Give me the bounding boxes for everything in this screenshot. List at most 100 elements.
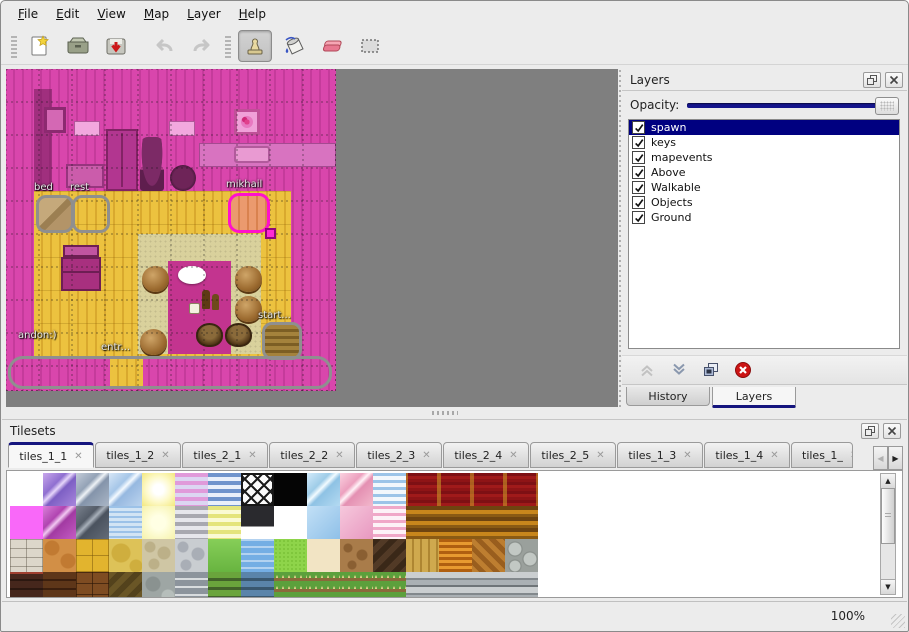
tile-shingle-dark[interactable] <box>373 539 406 572</box>
tile-stone-gray2[interactable] <box>142 572 175 598</box>
layer-row-mapevents[interactable]: mapevents <box>629 150 899 165</box>
tile-brick-rows[interactable] <box>472 572 505 598</box>
close-tab-icon[interactable]: ✕ <box>509 450 517 461</box>
tile-grass-flowers[interactable] <box>340 572 373 598</box>
layer-visibility-checkbox[interactable] <box>632 196 645 209</box>
tile-green-flat[interactable] <box>208 539 241 572</box>
layer-visibility-checkbox[interactable] <box>632 211 645 224</box>
tile-stone-blocks[interactable] <box>10 539 43 572</box>
layer-row-keys[interactable]: keys <box>629 135 899 150</box>
tab-history[interactable]: History <box>626 387 710 406</box>
close-tab-icon[interactable]: ✕ <box>248 450 256 461</box>
tab-layers[interactable]: Layers <box>712 387 796 408</box>
tile-black[interactable] <box>274 473 307 506</box>
tileset-view[interactable]: ▲ ▼ <box>6 470 903 598</box>
tile-stripe-blue2[interactable] <box>373 473 406 506</box>
tile-pebble-gray[interactable] <box>175 539 208 572</box>
tile-herringbone[interactable] <box>472 539 505 572</box>
layer-row-Walkable[interactable]: Walkable <box>629 180 899 195</box>
tile-brick-rows[interactable] <box>505 572 538 598</box>
tile-white[interactable] <box>10 473 43 506</box>
menu-layer[interactable]: Layer <box>178 4 229 24</box>
opacity-slider[interactable] <box>687 97 899 113</box>
tileset-tab-tiles_2_4[interactable]: tiles_2_4✕ <box>443 442 529 468</box>
tileset-tab-tiles_2_2[interactable]: tiles_2_2✕ <box>269 442 355 468</box>
close-tab-icon[interactable]: ✕ <box>596 450 604 461</box>
tile-wall-brown[interactable] <box>505 506 538 539</box>
tile-brick-dark[interactable] <box>10 572 43 598</box>
dock-splitter-horizontal[interactable] <box>2 407 907 419</box>
rect-select-button[interactable] <box>354 31 386 61</box>
close-panel-button[interactable] <box>883 423 901 439</box>
close-panel-button[interactable] <box>885 72 903 88</box>
tile-grass-flowers[interactable] <box>274 572 307 598</box>
map-object-entrance-bar[interactable] <box>8 356 332 389</box>
tile-brick-moss[interactable] <box>208 572 241 598</box>
tile-glow-yellow[interactable] <box>142 473 175 506</box>
delete-layer-button[interactable] <box>730 358 756 382</box>
close-tab-icon[interactable]: ✕ <box>770 450 778 461</box>
map[interactable]: bedrestmikhailstart...entr...andon:) <box>6 69 336 391</box>
close-tab-icon[interactable]: ✕ <box>850 450 853 461</box>
tile-wall-red[interactable] <box>505 473 538 506</box>
tile-plain-pink[interactable] <box>340 506 373 539</box>
tile-empty[interactable] <box>274 506 307 539</box>
menu-map[interactable]: Map <box>135 4 178 24</box>
close-tab-icon[interactable]: ✕ <box>683 450 691 461</box>
stamp-brush-button[interactable] <box>238 30 272 62</box>
tile-pale-yellow[interactable] <box>142 506 175 539</box>
layer-row-Above[interactable]: Above <box>629 165 899 180</box>
tile-glass-magenta[interactable] <box>43 506 76 539</box>
tile-stripe-pink[interactable] <box>175 473 208 506</box>
menu-edit[interactable]: Edit <box>47 4 88 24</box>
tile-tile-yellow[interactable] <box>76 539 109 572</box>
map-object-bed[interactable] <box>36 195 74 233</box>
menu-help[interactable]: Help <box>230 4 275 24</box>
map-object-rest[interactable] <box>72 195 110 233</box>
scroll-up-button[interactable]: ▲ <box>881 474 895 489</box>
layer-row-Ground[interactable]: Ground <box>629 210 899 225</box>
duplicate-layer-button[interactable] <box>698 358 724 382</box>
close-tab-icon[interactable]: ✕ <box>335 450 343 461</box>
layer-visibility-checkbox[interactable] <box>632 166 645 179</box>
tile-stripe-blue[interactable] <box>208 473 241 506</box>
tile-wall-brown[interactable] <box>406 506 439 539</box>
tile-glass-gray[interactable] <box>76 473 109 506</box>
tile-brick-gray[interactable] <box>175 572 208 598</box>
scroll-down-button[interactable]: ▼ <box>881 579 895 594</box>
toolbar-drag-handle[interactable] <box>11 34 17 58</box>
layer-visibility-checkbox[interactable] <box>632 136 645 149</box>
tile-glass-purple[interactable] <box>43 473 76 506</box>
tile-grass[interactable] <box>274 539 307 572</box>
map-object-mikhail[interactable] <box>228 193 270 233</box>
tileset-tab-tiles_1_2[interactable]: tiles_1_2✕ <box>95 442 181 468</box>
tile-stone-orange[interactable] <box>43 539 76 572</box>
tile-glass-dark[interactable] <box>76 506 109 539</box>
new-file-button[interactable] <box>24 31 56 61</box>
tile-stone-yellow[interactable] <box>109 539 142 572</box>
tile-wall-red[interactable] <box>472 473 505 506</box>
menu-file[interactable]: File <box>9 4 47 24</box>
tile-brick-rows[interactable] <box>439 572 472 598</box>
tile-stripe-gray[interactable] <box>175 506 208 539</box>
undo-button[interactable] <box>148 31 180 61</box>
layer-visibility-checkbox[interactable] <box>632 181 645 194</box>
tileset-scrollbar[interactable]: ▲ ▼ <box>880 473 896 595</box>
tile-glass-pink[interactable] <box>340 473 373 506</box>
raise-layer-button[interactable] <box>634 358 660 382</box>
float-panel-button[interactable] <box>861 423 879 439</box>
layer-visibility-checkbox[interactable] <box>632 121 645 134</box>
menu-view[interactable]: View <box>88 4 134 24</box>
tile-wicker[interactable] <box>439 539 472 572</box>
layer-row-spawn[interactable]: spawn <box>629 120 899 135</box>
tileset-tab-tiles_2_1[interactable]: tiles_2_1✕ <box>182 442 268 468</box>
object-resize-handle[interactable] <box>265 228 276 239</box>
layer-row-Objects[interactable]: Objects <box>629 195 899 210</box>
tile-stone-dark[interactable] <box>109 572 142 598</box>
tile-wall-red[interactable] <box>439 473 472 506</box>
map-canvas[interactable]: bedrestmikhailstart...entr...andon:) <box>6 69 618 407</box>
tile-wall-brown[interactable] <box>472 506 505 539</box>
scroll-tabs-right-button[interactable]: ▶ <box>888 446 903 470</box>
tile-pebble-beige[interactable] <box>142 539 175 572</box>
tileset-tab-tiles_1_[interactable]: tiles_1_✕ <box>791 442 853 468</box>
